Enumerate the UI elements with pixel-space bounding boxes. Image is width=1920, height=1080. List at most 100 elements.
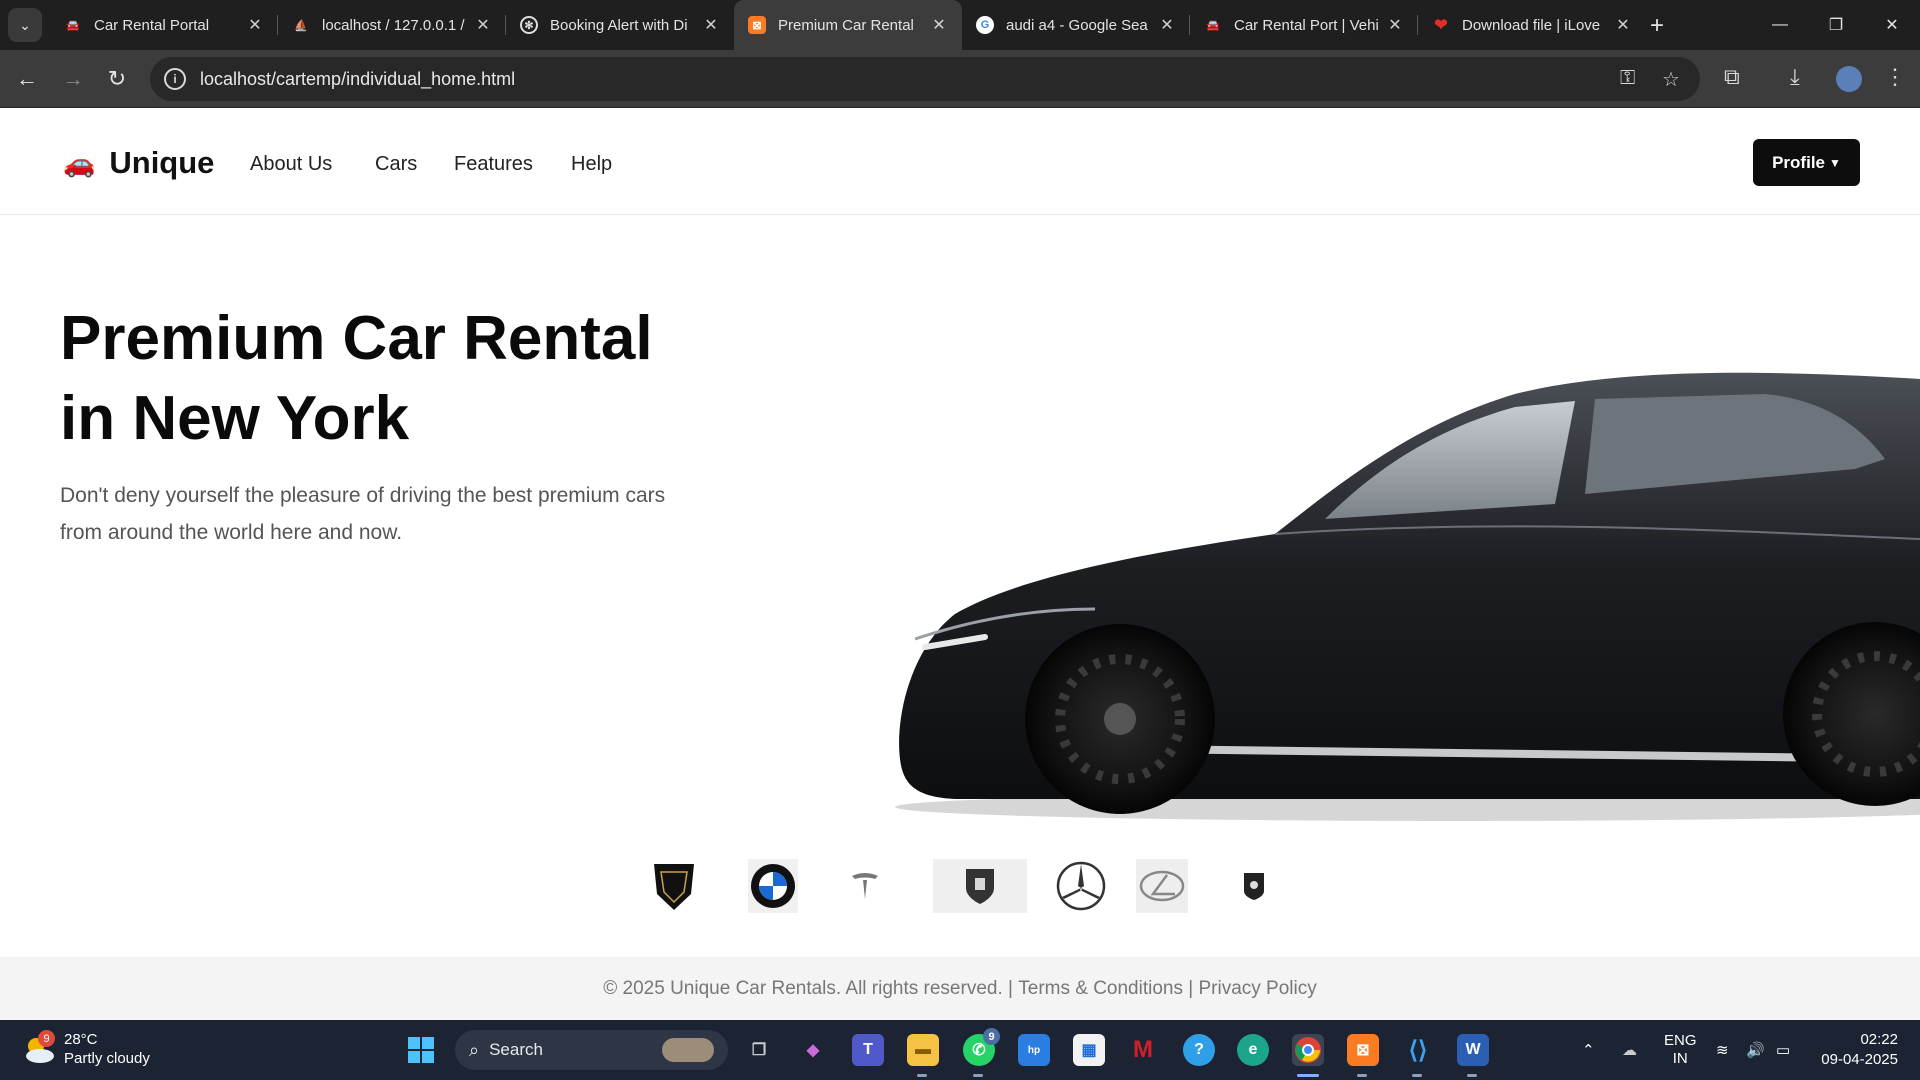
file-explorer-icon[interactable]: ▬ bbox=[907, 1034, 939, 1066]
privacy-link[interactable]: Privacy Policy bbox=[1198, 978, 1316, 1000]
close-icon[interactable]: ✕ bbox=[474, 15, 492, 35]
volume-icon[interactable]: 🔊 bbox=[1746, 1020, 1765, 1080]
address-bar[interactable]: i localhost/cartemp/individual_home.html… bbox=[150, 57, 1700, 101]
close-window-icon[interactable]: ✕ bbox=[1864, 0, 1920, 50]
site-navbar: 🚗 Unique About Us Cars Features Help Pro… bbox=[0, 109, 1920, 215]
mcafee-tray-icon[interactable]: ☁ bbox=[1622, 1020, 1637, 1080]
chatgpt-favicon-icon: ✻ bbox=[520, 16, 538, 34]
extensions-icon[interactable]: ⧉ bbox=[1724, 64, 1740, 90]
bookmark-star-icon[interactable]: ☆ bbox=[1662, 67, 1680, 92]
windows-start-icon[interactable] bbox=[405, 1034, 437, 1066]
taskbar-search[interactable]: ⌕ Search bbox=[455, 1030, 728, 1070]
show-hidden-icons[interactable]: ⌃ bbox=[1582, 1020, 1595, 1080]
whatsapp-badge: 9 bbox=[983, 1028, 1000, 1045]
nav-help[interactable]: Help bbox=[571, 153, 612, 176]
browser-tab[interactable]: ⛵ localhost / 127.0.0.1 / ✕ bbox=[278, 0, 506, 50]
task-view-icon[interactable]: ❐ bbox=[743, 1034, 775, 1066]
microsoft-store-icon[interactable]: ▦ bbox=[1073, 1034, 1105, 1066]
nav-about-us[interactable]: About Us bbox=[250, 153, 332, 176]
xampp-icon[interactable]: ⊠ bbox=[1347, 1034, 1379, 1066]
lang-top: ENG bbox=[1664, 1032, 1697, 1049]
whatsapp-icon[interactable]: ✆ 9 bbox=[963, 1028, 1000, 1066]
weather-badge: 9 bbox=[38, 1030, 55, 1047]
new-tab-button[interactable]: + bbox=[1650, 12, 1664, 40]
teams-icon[interactable]: T bbox=[852, 1034, 884, 1066]
partly-cloudy-icon: 9 bbox=[22, 1030, 56, 1066]
forward-icon[interactable]: → bbox=[60, 66, 86, 92]
chrome-icon[interactable] bbox=[1292, 1034, 1324, 1066]
myhp-icon[interactable]: hp bbox=[1018, 1034, 1050, 1066]
porsche-logo-icon bbox=[933, 859, 1027, 913]
word-icon[interactable]: W bbox=[1457, 1034, 1489, 1066]
minimize-icon[interactable]: — bbox=[1752, 0, 1808, 50]
tab-title: Car Rental Portal bbox=[94, 16, 210, 34]
lamborghini-logo-icon bbox=[650, 859, 698, 913]
terms-link[interactable]: Terms & Conditions bbox=[1018, 978, 1183, 1000]
hero-car-image bbox=[895, 372, 1920, 821]
lang-bottom: IN bbox=[1672, 1050, 1688, 1067]
back-icon[interactable]: ← bbox=[14, 66, 40, 92]
browser-tab[interactable]: 🚘 Car Rental Port | Vehi ✕ bbox=[1190, 0, 1418, 50]
footer-separator: | bbox=[1008, 977, 1013, 999]
wifi-icon[interactable]: ≋ bbox=[1716, 1020, 1729, 1080]
profile-button[interactable]: Profile ▼ bbox=[1753, 139, 1860, 186]
search-label: Search bbox=[489, 1040, 543, 1059]
tab-title: Download file | iLove bbox=[1462, 16, 1601, 34]
url-text[interactable]: localhost/cartemp/individual_home.html bbox=[200, 69, 515, 90]
profile-avatar[interactable] bbox=[1836, 66, 1862, 92]
chevron-down-icon: ⌄ bbox=[19, 16, 31, 33]
phpmyadmin-favicon-icon: ⛵ bbox=[294, 19, 308, 32]
footer-separator: | bbox=[1188, 977, 1194, 999]
brand-name: Unique bbox=[109, 145, 215, 180]
xampp-favicon-icon: ⊠ bbox=[748, 16, 766, 34]
site-footer: © 2025 Unique Car Rentals. All rights re… bbox=[0, 957, 1920, 1020]
ferrari-logo-icon bbox=[1240, 859, 1268, 913]
close-icon[interactable]: ✕ bbox=[1614, 15, 1632, 35]
password-key-icon[interactable]: ⚿ bbox=[1620, 67, 1635, 90]
battery-icon[interactable]: ▭ bbox=[1776, 1020, 1790, 1080]
close-icon[interactable]: ✕ bbox=[1386, 15, 1404, 35]
download-icon[interactable]: ⤓ bbox=[1790, 64, 1800, 90]
browser-tab[interactable]: G audi a4 - Google Sea ✕ bbox=[962, 0, 1190, 50]
google-favicon-icon: G bbox=[976, 16, 994, 34]
browser-tab[interactable]: 🚘 Car Rental Portal ✕ bbox=[50, 0, 278, 50]
tab-search-button[interactable]: ⌄ bbox=[8, 8, 42, 42]
tab-title: audi a4 - Google Sea bbox=[1006, 16, 1148, 34]
close-icon[interactable]: ✕ bbox=[702, 15, 720, 35]
car-icon: 🚗 bbox=[63, 147, 96, 178]
car-favicon-icon: 🚘 bbox=[66, 19, 80, 32]
browser-tab-active[interactable]: ⊠ Premium Car Rental ✕ bbox=[734, 0, 962, 50]
browser-tab[interactable]: ❤ Download file | iLove ✕ bbox=[1418, 0, 1646, 50]
close-icon[interactable]: ✕ bbox=[246, 15, 264, 35]
hero-subtitle: Don't deny yourself the pleasure of driv… bbox=[60, 484, 666, 544]
clock-date: 09-04-2025 bbox=[1821, 1051, 1898, 1068]
chevron-up-icon: ⌃ bbox=[1582, 1042, 1595, 1059]
edge-icon[interactable]: e bbox=[1237, 1034, 1269, 1066]
car-favicon-icon: 🚘 bbox=[1206, 19, 1220, 32]
vscode-icon[interactable]: ⟨⟩ bbox=[1402, 1034, 1434, 1066]
brand-logo[interactable]: 🚗 Unique bbox=[63, 145, 214, 181]
site-info-icon[interactable]: i bbox=[164, 68, 186, 90]
lexus-logo-icon bbox=[1136, 859, 1188, 913]
help-icon[interactable]: ? bbox=[1183, 1034, 1215, 1066]
tab-title: Booking Alert with Di bbox=[550, 16, 688, 34]
close-icon[interactable]: ✕ bbox=[930, 15, 948, 35]
copilot-icon[interactable]: ◆ bbox=[797, 1034, 829, 1066]
brand-logo-strip bbox=[0, 859, 1920, 919]
menu-kebab-icon[interactable]: ⋮ bbox=[1884, 64, 1906, 90]
close-icon[interactable]: ✕ bbox=[1158, 15, 1176, 35]
profile-label: Profile bbox=[1772, 152, 1825, 172]
weather-widget[interactable]: 9 28°C Partly cloudy bbox=[22, 1030, 150, 1068]
language-indicator[interactable]: ENG IN bbox=[1664, 1020, 1697, 1080]
nav-cars[interactable]: Cars bbox=[375, 153, 417, 176]
tesla-logo-icon bbox=[848, 859, 882, 913]
system-clock[interactable]: 02:22 09-04-2025 bbox=[1821, 1030, 1898, 1070]
browser-toolbar: ← → ↻ i localhost/cartemp/individual_hom… bbox=[0, 50, 1920, 108]
browser-tab[interactable]: ✻ Booking Alert with Di ✕ bbox=[506, 0, 734, 50]
reload-icon[interactable]: ↻ bbox=[104, 66, 130, 92]
nav-features[interactable]: Features bbox=[454, 153, 533, 176]
restore-icon[interactable]: ❐ bbox=[1808, 0, 1864, 50]
windows-taskbar: 9 28°C Partly cloudy ⌕ Search ❐ ◆ T ▬ ✆ … bbox=[0, 1020, 1920, 1080]
clock-time: 02:22 bbox=[1860, 1031, 1898, 1048]
mcafee-icon[interactable]: M bbox=[1127, 1034, 1159, 1066]
